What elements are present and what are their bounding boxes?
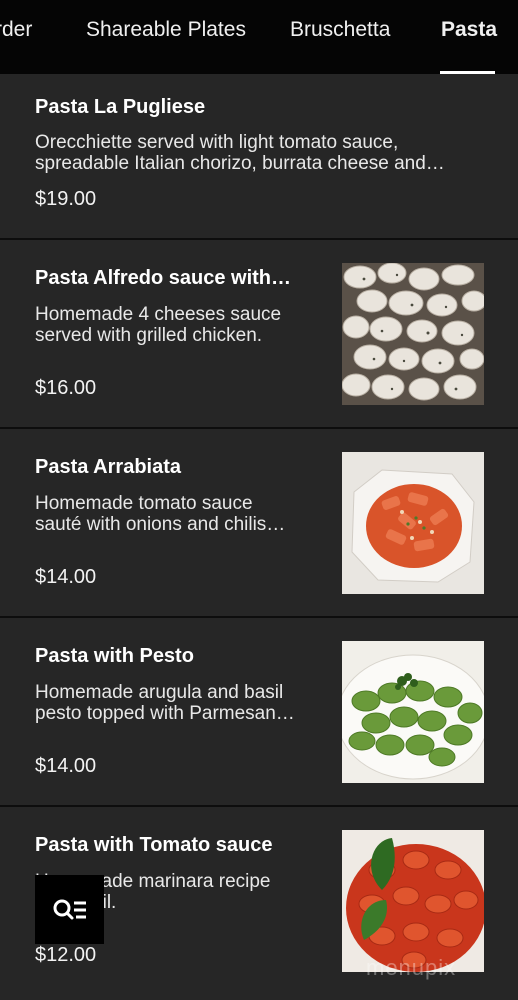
item-description: Orecchiette served with light tomato sau… bbox=[35, 132, 445, 174]
menu-item[interactable]: Pasta Alfredo sauce with… Homemade 4 che… bbox=[0, 240, 518, 429]
item-price: $16.00 bbox=[35, 377, 97, 399]
menu-item[interactable]: Pasta La Pugliese Orecchiette served wit… bbox=[0, 74, 518, 240]
watermark: menupix bbox=[366, 955, 457, 980]
menu-item[interactable]: Pasta with Pesto Homemade arugula and ba… bbox=[0, 618, 518, 807]
tomato-pasta-photo bbox=[342, 830, 484, 972]
search-list-icon bbox=[53, 899, 86, 919]
item-name: Pasta Alfredo sauce with… bbox=[35, 267, 291, 289]
item-description: Homemade 4 cheeses sauce served with gri… bbox=[35, 304, 282, 346]
category-tab-bar: rder Shareable Plates Bruschetta Pasta bbox=[0, 0, 518, 74]
creamy-pasta-photo bbox=[342, 263, 484, 405]
item-price: $14.00 bbox=[35, 755, 97, 777]
item-name: Pasta with Tomato sauce bbox=[35, 834, 273, 856]
tab-pasta[interactable]: Pasta bbox=[441, 18, 497, 42]
item-name: Pasta with Pesto bbox=[35, 645, 194, 667]
tab-shareable-plates[interactable]: Shareable Plates bbox=[86, 18, 246, 42]
item-name: Pasta Arrabiata bbox=[35, 456, 181, 478]
item-description: Homemade arugula and basil pesto topped … bbox=[35, 682, 295, 724]
arrabiata-pasta-photo bbox=[342, 452, 484, 594]
menu-search-button[interactable] bbox=[35, 875, 104, 944]
tab-order[interactable]: rder bbox=[0, 18, 32, 42]
item-price: $14.00 bbox=[35, 566, 97, 588]
item-name: Pasta La Pugliese bbox=[35, 96, 206, 118]
tab-bruschetta[interactable]: Bruschetta bbox=[290, 18, 390, 42]
pesto-pasta-photo bbox=[342, 641, 484, 783]
item-description: Homemade tomato sauce sauté with onions … bbox=[35, 493, 286, 535]
item-price: $12.00 bbox=[35, 944, 97, 966]
menu-item[interactable]: Pasta Arrabiata Homemade tomato sauce sa… bbox=[0, 429, 518, 618]
item-price: $19.00 bbox=[35, 188, 97, 210]
